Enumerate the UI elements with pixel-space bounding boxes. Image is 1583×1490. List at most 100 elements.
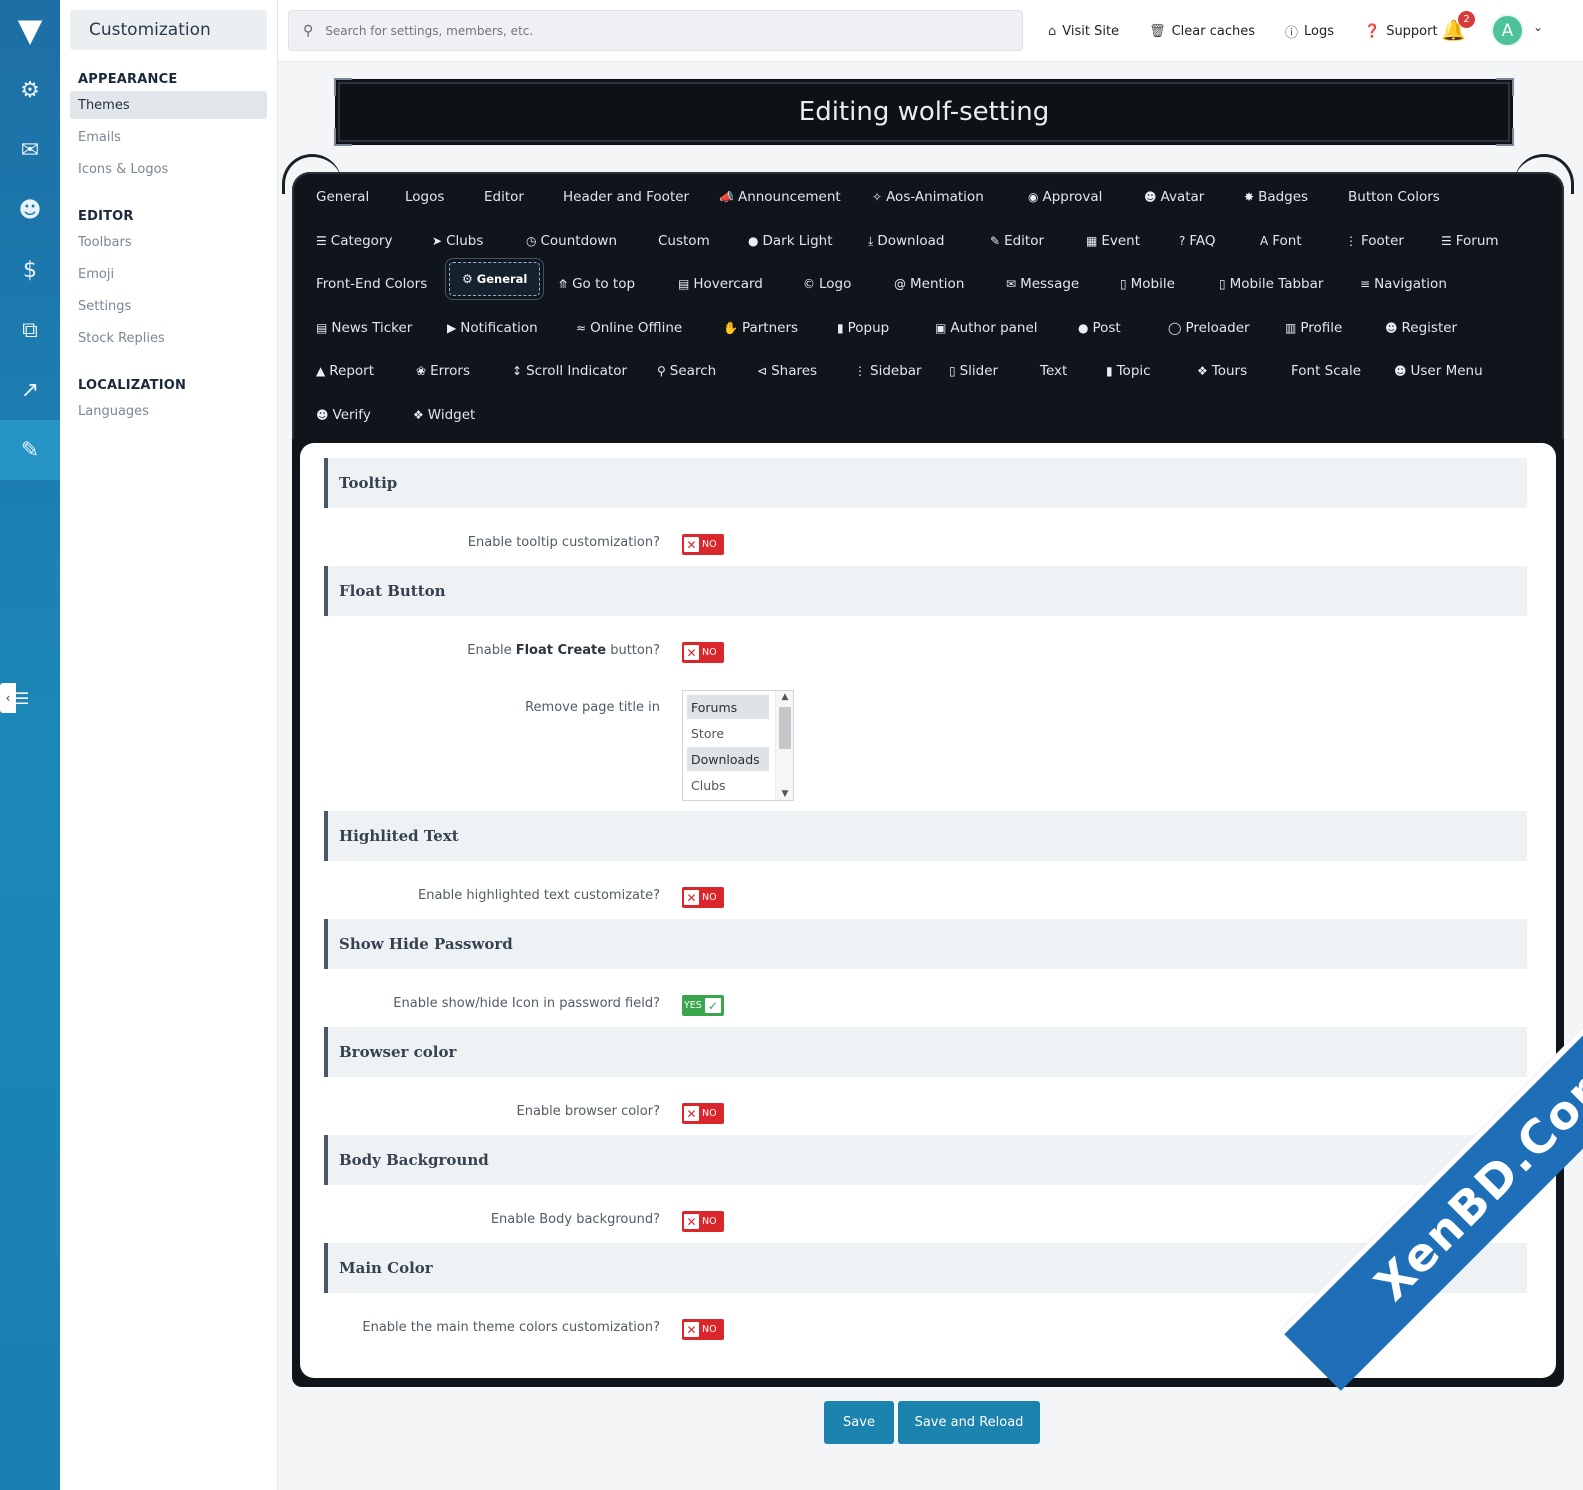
remove-page-title-select[interactable]: Forums Store Downloads Clubs ▲ ▼ [682,690,794,801]
tab-button-colors[interactable]: Button Colors [1348,185,1440,209]
tab-front-end-colors[interactable]: Front-End Colors [316,272,427,296]
float-create-toggle[interactable]: ✕ NO [682,642,724,663]
tab-user-menu[interactable]: ☻ User Menu [1394,359,1483,383]
tab-tours[interactable]: ❖ Tours [1197,359,1247,383]
visit-site-link[interactable]: ⌂ Visit Site [1048,24,1119,39]
main-color-toggle[interactable]: ✕ NO [682,1319,724,1340]
chart-icon[interactable]: ↗ [0,360,60,420]
tab-scroll-indicator[interactable]: ↕ Scroll Indicator [512,359,627,383]
save-button[interactable]: Save [824,1401,894,1444]
brush-icon[interactable]: ✎ [0,420,60,480]
sidebar-item-themes[interactable]: Themes [70,91,267,119]
support-link[interactable]: ❓ Support [1364,24,1438,39]
copy-icon[interactable]: ⧉ [0,300,60,360]
tab-author-panel[interactable]: ▣ Author panel [935,316,1038,340]
sidebar-item-toolbars[interactable]: Toolbars [70,228,267,256]
tab-navigation[interactable]: ≡ Navigation [1360,272,1447,296]
tab-register[interactable]: ☻ Register [1385,316,1457,340]
search-input[interactable] [325,23,986,38]
option-forums[interactable]: Forums [687,695,769,719]
tab-category[interactable]: ☰ Category [316,229,392,253]
sidebar-item-emoji[interactable]: Emoji [70,260,267,288]
avatar[interactable]: A [1491,14,1524,47]
user-icon[interactable]: ☻ [0,180,60,240]
tab-mention[interactable]: @ Mention [894,272,964,296]
tab-report[interactable]: ▲ Report [316,359,374,383]
save-reload-button[interactable]: Save and Reload [898,1401,1040,1444]
scroll-down-icon[interactable]: ▼ [776,789,794,799]
tab-mobile-tabbar[interactable]: ▯ Mobile Tabbar [1219,272,1323,296]
sidebar-item-icons-logos[interactable]: Icons & Logos [70,155,267,183]
tab-font[interactable]: A Font [1260,229,1302,253]
tab-text[interactable]: Text [1040,359,1067,383]
scrollbar[interactable]: ▲ ▼ [775,691,793,800]
tab-event[interactable]: ▦ Event [1086,229,1140,253]
xenforo-logo-icon[interactable]: ▼ [0,0,60,60]
tab-general-active[interactable]: ⚙ General [449,262,541,296]
tab-badges[interactable]: ✸ Badges [1244,185,1308,209]
tab-dark-light[interactable]: ● Dark Light [748,229,833,253]
tab-search[interactable]: ⚲ Search [657,359,716,383]
option-downloads[interactable]: Downloads [687,747,769,771]
tab-forum[interactable]: ☰ Forum [1441,229,1499,253]
scroll-thumb[interactable] [779,707,791,749]
tab-shares[interactable]: ⊲ Shares [757,359,817,383]
tab-logos[interactable]: Logos [405,185,444,209]
tab-announcement[interactable]: 📣 Announcement [719,185,841,209]
tab-avatar[interactable]: ☻ Avatar [1144,185,1204,209]
tab-editor[interactable]: Editor [484,185,524,209]
sidebar-item-stock-replies[interactable]: Stock Replies [70,324,267,352]
option-store[interactable]: Store [687,721,769,745]
tab-notification[interactable]: ▶ Notification [447,316,538,340]
dollar-icon[interactable]: $ [0,240,60,300]
scroll-up-icon[interactable]: ▲ [776,692,794,702]
tab-preloader[interactable]: ◯ Preloader [1168,316,1250,340]
sidebar-item-emails[interactable]: Emails [70,123,267,151]
tab-editor-2[interactable]: ✎ Editor [990,229,1044,253]
body-background-toggle[interactable]: ✕ NO [682,1211,724,1232]
tab-aos-animation[interactable]: ✧ Aos-Animation [872,185,984,209]
clear-caches-link[interactable]: 🗑 Clear caches [1149,24,1255,39]
tab-news-ticker[interactable]: ▤ News Ticker [316,316,412,340]
tab-popup[interactable]: ▮ Popup [837,316,889,340]
browser-color-toggle[interactable]: ✕ NO [682,1103,724,1124]
tab-online-offline[interactable]: ≈ Online Offline [576,316,682,340]
option-clubs[interactable]: Clubs [687,773,769,797]
tab-sidebar[interactable]: ⋮ Sidebar [854,359,922,383]
chevron-down-icon[interactable]: ⌄ [1533,20,1543,34]
tab-clubs[interactable]: ➤ Clubs [432,229,483,253]
tab-profile[interactable]: ▥ Profile [1285,316,1342,340]
settings-icon[interactable]: ⚙ [0,60,60,120]
search-box[interactable]: ⚲ [288,10,1023,51]
tab-hovercard[interactable]: ▤ Hovercard [678,272,763,296]
tab-download[interactable]: ⤓ Download [868,229,944,253]
sidebar-item-settings[interactable]: Settings [70,292,267,320]
tab-message[interactable]: ✉ Message [1006,272,1079,296]
tab-faq[interactable]: ? FAQ [1179,229,1216,253]
password-toggle[interactable]: YES ✓ [682,995,724,1016]
tab-footer[interactable]: ⋮ Footer [1345,229,1404,253]
chat-icon[interactable]: ✉ [0,120,60,180]
tab-custom[interactable]: Custom [658,229,710,253]
tab-post[interactable]: ● Post [1078,316,1121,340]
tab-countdown[interactable]: ◷ Countdown [526,229,617,253]
tab-topic[interactable]: ▮ Topic [1106,359,1151,383]
tab-widget[interactable]: ❖ Widget [413,403,475,427]
tab-slider[interactable]: ▯ Slider [949,359,998,383]
tooltip-toggle[interactable]: ✕ NO [682,534,724,555]
logs-link[interactable]: ⓘ Logs [1285,22,1334,41]
sidebar-item-languages[interactable]: Languages [70,397,267,425]
tab-errors[interactable]: ❀ Errors [416,359,470,383]
tab-mobile[interactable]: ▯ Mobile [1120,272,1175,296]
tab-verify[interactable]: ☻ Verify [316,403,371,427]
tab-general[interactable]: General [316,185,369,209]
highlight-toggle[interactable]: ✕ NO [682,887,724,908]
tab-partners[interactable]: ✋ Partners [723,316,798,340]
collapse-toggle[interactable]: ☰ ‹ [0,680,60,716]
tab-go-to-top[interactable]: ⤊ Go to top [558,272,635,296]
tab-font-scale[interactable]: Font Scale [1291,359,1361,383]
chevron-left-icon[interactable]: ‹ [0,683,16,713]
tab-logo[interactable]: © Logo [803,272,851,296]
tab-approval[interactable]: ◉ Approval [1028,185,1102,209]
tab-header-footer[interactable]: Header and Footer [563,185,689,209]
